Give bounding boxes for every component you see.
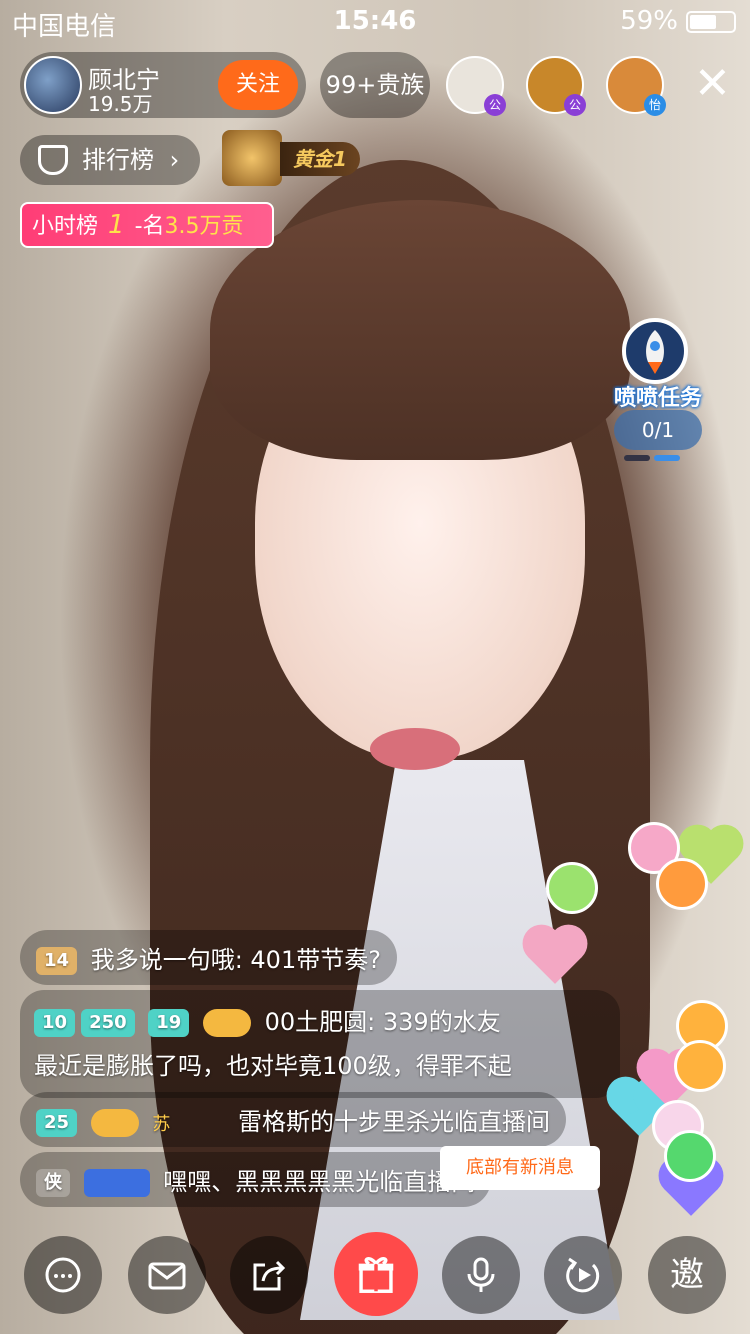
mission-widget[interactable]: 喷喷任务 0/1 xyxy=(600,318,716,468)
share-icon xyxy=(253,1260,286,1291)
viewer-badge: 怡 xyxy=(644,94,666,116)
hourly-rank-badge[interactable]: 小时榜 1 -名3.5万贡 xyxy=(20,202,274,248)
user-level-badge: 10 xyxy=(34,1009,76,1037)
user-level-badge: 25 xyxy=(36,1109,78,1137)
bubble-icon xyxy=(546,862,598,914)
gift-button[interactable] xyxy=(334,1232,418,1316)
viewer-badge: 公 xyxy=(484,94,506,116)
chat-message: 侠 嘿嘿、黑黑黑黑黑光临直播间 xyxy=(20,1152,492,1207)
voice-button[interactable] xyxy=(442,1236,520,1314)
chat-message: 10 250 19 00土肥圆: 339的水友 最近是膨胀了吗，也对毕竟100级，… xyxy=(20,990,620,1098)
chat-text: 雷格斯的十步里杀光临直播间 xyxy=(237,1108,550,1136)
battery-percent: 59% xyxy=(620,6,678,36)
gift-icon xyxy=(358,1256,394,1293)
mail-icon xyxy=(148,1262,186,1290)
mission-pager xyxy=(624,446,684,461)
viewer-avatar[interactable]: 怡 xyxy=(606,56,666,116)
chat-message: 14 我多说一句哦: 401带节奏? xyxy=(20,930,397,985)
chat-text: 我多说一句哦: 401带节奏? xyxy=(90,946,381,974)
car-icon xyxy=(202,1009,251,1037)
video-lips xyxy=(370,728,460,770)
chevron-right-icon: › xyxy=(169,146,180,174)
hourly-board-label: 小时榜 xyxy=(32,214,99,239)
user-level-badge: 19 xyxy=(148,1009,190,1037)
ranking-button[interactable]: 排行榜 › xyxy=(20,135,200,185)
close-icon[interactable]: ✕ xyxy=(694,62,731,106)
car-icon xyxy=(90,1109,139,1137)
host-fans: 19.5万 xyxy=(88,92,153,116)
chat-username[interactable]: 00土肥圆: xyxy=(265,1008,376,1036)
chat-bubble-icon xyxy=(45,1257,81,1293)
chat-text-line2: 最近是膨胀了吗，也对毕竟100级，得罪不起 xyxy=(34,1052,512,1080)
trophy-icon xyxy=(38,145,68,175)
chat-text: 嘿嘿、黑黑黑黑黑光临直播间 xyxy=(163,1168,476,1196)
car-label: 苏 xyxy=(152,1114,171,1135)
user-level-badge: 14 xyxy=(36,947,78,975)
status-bar: 中国电信 15:46 59% xyxy=(0,0,750,42)
fan-level-badge: 250 xyxy=(81,1009,135,1037)
bubble-icon xyxy=(656,858,708,910)
new-message-button[interactable]: 底部有新消息 xyxy=(440,1146,600,1190)
vip-button[interactable]: 99+贵族 xyxy=(320,52,430,118)
follow-button[interactable]: 关注 xyxy=(218,60,298,110)
message-button[interactable] xyxy=(128,1236,206,1314)
comment-button[interactable] xyxy=(24,1236,102,1314)
viewer-avatar[interactable]: 公 xyxy=(526,56,586,116)
tier-badge[interactable]: 黄金1 xyxy=(222,130,362,186)
user-level-badge xyxy=(83,1169,150,1197)
invite-button[interactable]: 邀 xyxy=(648,1236,726,1314)
hourly-rank-rest: -名 xyxy=(134,214,165,239)
replay-icon xyxy=(566,1257,600,1293)
rocket-icon xyxy=(622,318,688,384)
hourly-amount: 3.5万贡 xyxy=(164,214,244,239)
host-avatar[interactable] xyxy=(24,56,82,114)
replay-button[interactable] xyxy=(544,1236,622,1314)
guild-badge: 侠 xyxy=(36,1169,70,1197)
tier-label: 黄金1 xyxy=(280,142,360,176)
tier-emblem-icon xyxy=(222,130,282,186)
bubble-icon xyxy=(664,1130,716,1182)
viewer-avatar[interactable]: 公 xyxy=(446,56,506,116)
hourly-rank-number: 1 xyxy=(108,210,125,240)
chat-message: 25 苏 雷格斯的十步里杀光临直播间 xyxy=(20,1092,566,1147)
mission-progress: 0/1 xyxy=(614,410,702,450)
host-card[interactable]: 顾北宁 19.5万 关注 xyxy=(20,52,306,118)
share-button[interactable] xyxy=(230,1236,308,1314)
microphone-icon xyxy=(467,1257,495,1292)
bubble-icon xyxy=(674,1040,726,1092)
battery-icon xyxy=(686,11,736,33)
chat-text: 339的水友 xyxy=(382,1008,501,1036)
viewer-badge: 公 xyxy=(564,94,586,116)
mission-title: 喷喷任务 xyxy=(613,386,702,411)
ranking-label: 排行榜 xyxy=(82,146,154,174)
